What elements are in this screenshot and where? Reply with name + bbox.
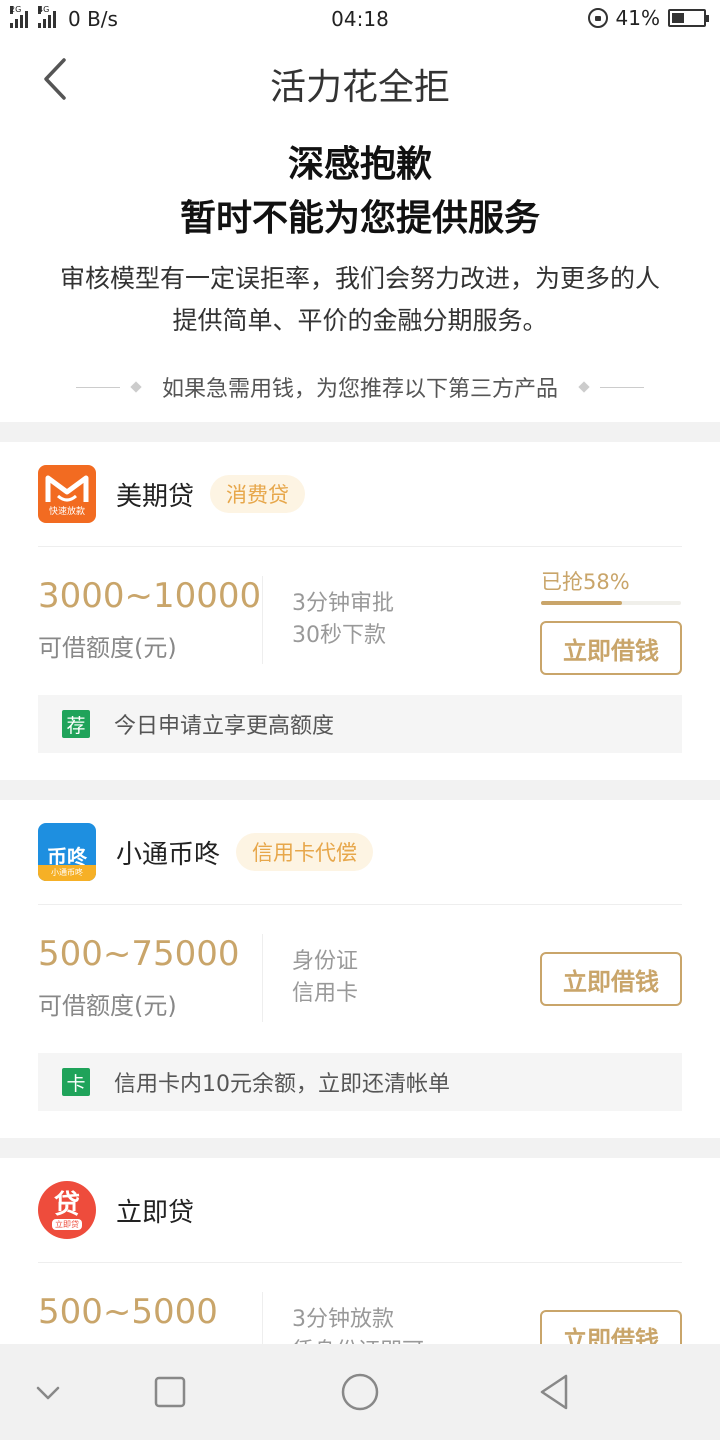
loan-amount-label: 可借额度(元) bbox=[38, 634, 177, 662]
borrow-now-button[interactable]: 立即借钱 bbox=[540, 1310, 682, 1344]
loan-conditions: 身份证 信用卡 bbox=[292, 946, 358, 1010]
apology-title-line1: 深感抱歉 bbox=[287, 144, 432, 185]
nav-collapse-button[interactable] bbox=[24, 1368, 72, 1416]
product-tag: 信用卡代偿 bbox=[236, 833, 374, 871]
loan-conditions: 3分钟放款 凭身份证即可 bbox=[292, 1304, 424, 1344]
grab-progress-fill bbox=[541, 601, 623, 605]
section-gap bbox=[0, 422, 720, 442]
apology-description: 审核模型有一定误拒率，我们会努力改进，为更多的人提供简单、平价的金融分期服务。 bbox=[60, 264, 661, 335]
signal-icon: 4G bbox=[38, 6, 56, 28]
condition-2: 凭身份证即可 bbox=[292, 1336, 424, 1344]
back-triangle-icon bbox=[540, 1374, 568, 1410]
apology-title-line2: 暂时不能为您提供服务 bbox=[179, 198, 540, 239]
page-title: 活力花全拒 bbox=[269, 67, 450, 108]
loan-amount-range: 3000~10000 bbox=[38, 576, 262, 616]
promo-banner[interactable]: 卡 信用卡内10元余额，立即还清帐单 bbox=[38, 1053, 682, 1111]
chevron-down-icon bbox=[36, 1386, 60, 1400]
product-logo-lijidai: 贷 立即贷 bbox=[38, 1181, 96, 1239]
apology-section: 深感抱歉 暂时不能为您提供服务 审核模型有一定误拒率，我们会努力改进，为更多的人… bbox=[0, 138, 720, 342]
battery-percent: 41% bbox=[615, 6, 660, 30]
recents-square-icon bbox=[154, 1376, 186, 1408]
promo-badge: 荐 bbox=[62, 710, 90, 738]
section-gap bbox=[0, 1138, 720, 1158]
signal-icon: 2G bbox=[10, 6, 28, 28]
home-circle-icon bbox=[341, 1373, 379, 1411]
grab-progress-bar bbox=[541, 601, 681, 605]
borrow-now-button[interactable]: 立即借钱 bbox=[540, 952, 682, 1006]
product-name: 立即贷 bbox=[116, 1197, 195, 1228]
condition-2: 30秒下款 bbox=[292, 623, 386, 648]
product-name: 小通币咚 bbox=[116, 839, 221, 870]
promo-text: 信用卡内10元余额，立即还清帐单 bbox=[114, 1072, 450, 1097]
loan-amount-label: 可借额度(元) bbox=[38, 992, 177, 1020]
condition-2: 信用卡 bbox=[292, 981, 359, 1006]
vertical-divider bbox=[262, 576, 263, 664]
promo-banner[interactable]: 荐 今日申请立享更高额度 bbox=[38, 695, 682, 753]
rotation-lock-icon bbox=[587, 8, 608, 28]
product-tag: 消费贷 bbox=[210, 475, 306, 513]
product-card-lijidai[interactable]: 贷 立即贷 立即贷 500~5000 3分钟放款 凭身份证即可 立即借钱 bbox=[0, 1158, 720, 1344]
card-divider bbox=[38, 1262, 682, 1263]
product-card-xiaotong[interactable]: 币咚 小通币咚 小通币咚 信用卡代偿 500~75000 可借额度(元) 身份证… bbox=[0, 800, 720, 1138]
battery-level bbox=[672, 13, 685, 23]
product-logo-xiaotong: 币咚 小通币咚 bbox=[38, 823, 96, 881]
promo-text: 今日申请立享更高额度 bbox=[114, 714, 335, 739]
loan-conditions: 3分钟审批 30秒下款 bbox=[292, 588, 394, 652]
nav-back-button[interactable] bbox=[530, 1368, 578, 1416]
condition-1: 身份证 bbox=[292, 949, 359, 974]
card-divider bbox=[38, 546, 682, 547]
header: 活力花全拒 bbox=[0, 38, 720, 120]
recommend-divider-text: 如果急需用钱，为您推荐以下第三方产品 bbox=[161, 377, 558, 402]
recommend-divider: 如果急需用钱，为您推荐以下第三方产品 bbox=[0, 372, 720, 402]
product-logo-meiqidai: 快速放款 bbox=[38, 465, 96, 523]
system-nav-bar bbox=[0, 1344, 720, 1440]
status-bar: 2G 4G 0 B/s 04:18 41% bbox=[0, 0, 720, 38]
vertical-divider bbox=[262, 1292, 263, 1344]
condition-1: 3分钟审批 bbox=[292, 591, 394, 616]
borrow-now-button[interactable]: 立即借钱 bbox=[540, 621, 682, 675]
loan-amount-range: 500~5000 bbox=[38, 1292, 218, 1332]
battery-icon bbox=[668, 9, 709, 27]
vertical-divider bbox=[262, 934, 263, 1022]
nav-recents-button[interactable] bbox=[146, 1368, 194, 1416]
section-gap bbox=[0, 780, 720, 800]
loan-amount-range: 500~75000 bbox=[38, 934, 240, 974]
product-card-meiqidai[interactable]: 快速放款 美期贷 消费贷 3000~10000 可借额度(元) 3分钟审批 30… bbox=[0, 442, 720, 780]
nav-home-button[interactable] bbox=[336, 1368, 384, 1416]
network-speed: 0 B/s bbox=[68, 7, 118, 31]
grab-progress-text: 已抢58% bbox=[541, 570, 630, 594]
promo-badge: 卡 bbox=[62, 1068, 90, 1096]
product-name: 美期贷 bbox=[116, 481, 195, 512]
condition-1: 3分钟放款 bbox=[292, 1307, 394, 1332]
card-divider bbox=[38, 904, 682, 905]
